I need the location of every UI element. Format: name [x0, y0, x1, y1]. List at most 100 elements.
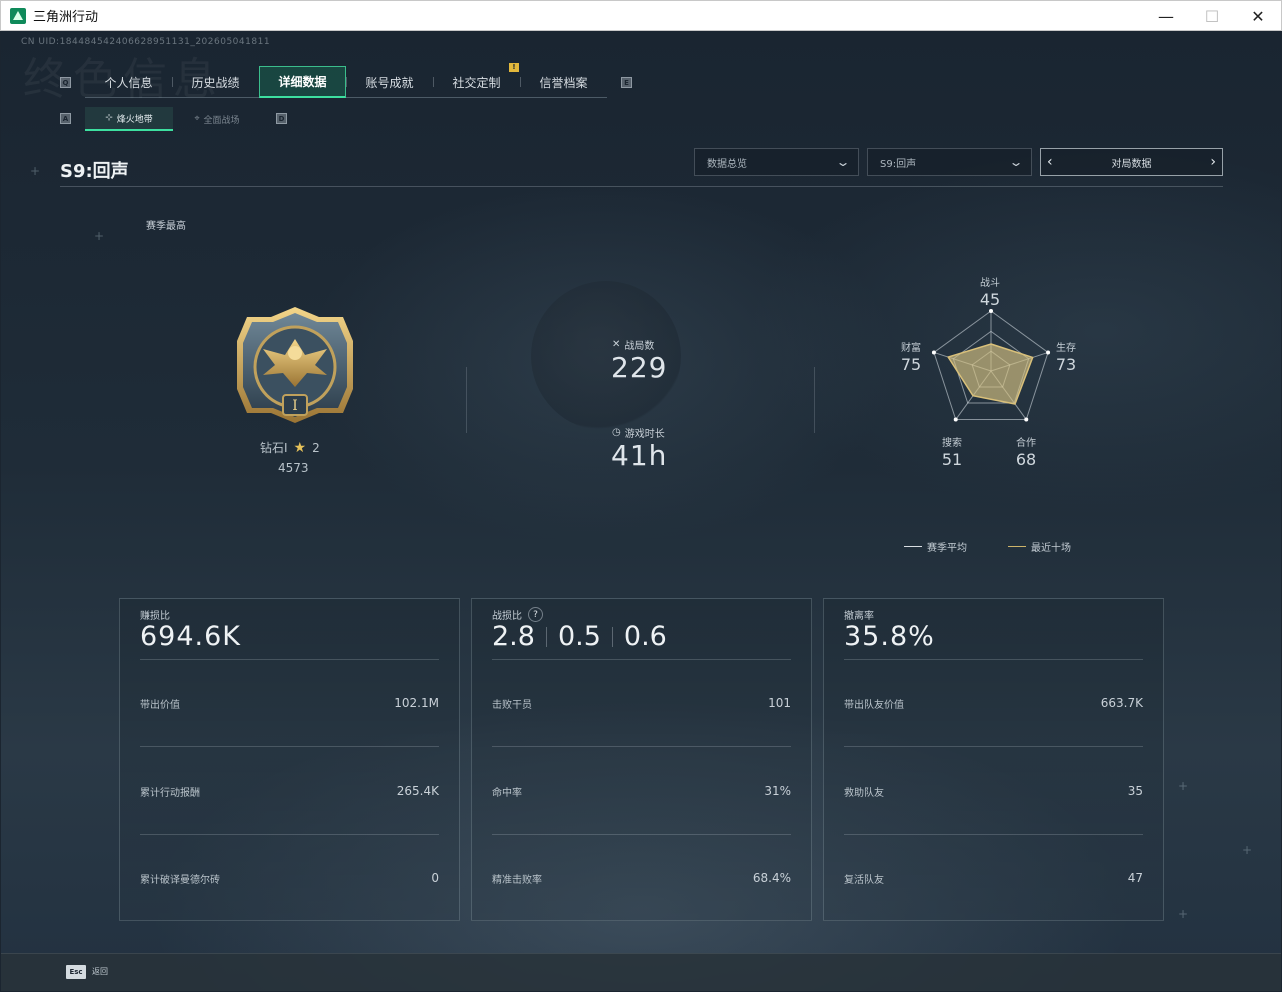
- radar-axis-label: 生存: [1056, 343, 1076, 354]
- row-label: 命中率: [492, 788, 522, 799]
- playtime-label: ◷ 游戏时长: [612, 425, 665, 440]
- legend-swatch: [1008, 546, 1026, 547]
- season-dropdown-value: S9:回声: [880, 158, 917, 170]
- close-button[interactable]: ✕: [1235, 1, 1281, 31]
- decor-plus-icon: +: [1178, 907, 1189, 921]
- value-separator: [611, 626, 613, 647]
- radar-axis-label: 合作: [1016, 438, 1036, 449]
- rank-diamond-badge-icon: I: [237, 307, 353, 423]
- mode-subtabs: ⊹ 烽火地带 ⌖ 全面战场: [85, 107, 261, 131]
- tab-detailed-data[interactable]: 详细数据: [259, 66, 346, 98]
- help-icon[interactable]: ?: [528, 607, 543, 622]
- subtab-operations-zone[interactable]: ⊹ 烽火地带: [85, 107, 173, 131]
- row-value: 68.4%: [752, 871, 791, 885]
- row-value: 31%: [764, 784, 791, 798]
- tab-next-key-hint[interactable]: E: [621, 77, 632, 88]
- card-row: 精准击败率 68.4%: [492, 871, 791, 886]
- season-best-label: 赛季最高: [146, 221, 186, 232]
- card-row: 击败干员 101: [492, 696, 791, 711]
- row-label: 精准击败率: [492, 875, 542, 886]
- card-row: 复活队友 47: [844, 871, 1143, 886]
- radar-vertex-dot: [1046, 350, 1051, 355]
- playtime-label-text: 游戏时长: [624, 429, 665, 440]
- legend-swatch: [904, 546, 922, 547]
- radar-axis-value: 75: [900, 355, 922, 374]
- matches-label: ✕ 战局数: [612, 337, 654, 352]
- card-label: 赚损比: [140, 611, 170, 622]
- subtab-warfare[interactable]: ⌖ 全面战场: [173, 107, 261, 131]
- rank-score: 4573: [278, 461, 309, 475]
- legend-label: 赛季平均: [927, 543, 967, 554]
- row-value: 0: [431, 871, 439, 885]
- tab-prev-key-hint[interactable]: Q: [60, 77, 71, 88]
- card-divider: [140, 834, 439, 835]
- season-dropdown[interactable]: S9:回声 ⌄: [867, 148, 1032, 176]
- row-value: 663.7K: [1100, 696, 1143, 710]
- decor-plus-icon: +: [94, 229, 105, 243]
- card-divider: [492, 746, 791, 747]
- legend-recent-ten: 最近十场: [1008, 539, 1071, 554]
- row-label: 带出队友价值: [844, 700, 904, 711]
- row-value: 101: [768, 696, 791, 710]
- season-title: S9:回声: [60, 161, 129, 182]
- value-separator: [545, 626, 547, 647]
- section-divider: [466, 367, 467, 433]
- prev-arrow-button[interactable]: ‹: [1047, 154, 1053, 170]
- row-label: 带出价值: [140, 700, 180, 711]
- subtab-prev-key-hint[interactable]: A: [60, 113, 71, 124]
- main-tabs: 个人信息 历史战绩 详细数据 账号成就 社交定制 信誉档案: [85, 66, 607, 98]
- extraction-card: 撤离率 35.8% 带出队友价值 663.7K 救助队友 35 复活队友 47: [823, 598, 1164, 921]
- tab-achievements[interactable]: 账号成就: [346, 66, 433, 98]
- compass-icon: ⊹: [105, 113, 113, 123]
- window-title: 三角洲行动: [33, 10, 99, 25]
- row-value: 47: [1127, 871, 1143, 885]
- player-uid: CN UID:1844845424066289511­31_2026050418…: [21, 37, 271, 47]
- row-label: 复活队友: [844, 875, 884, 886]
- radar-axis-label: 搜索: [942, 438, 962, 449]
- radar-vertex-dot: [953, 417, 958, 422]
- subtab-label: 全面战场: [203, 115, 240, 126]
- view-dropdown[interactable]: 数据总览 ⌄: [694, 148, 859, 176]
- next-arrow-button[interactable]: ›: [1210, 154, 1216, 170]
- kd-value: 2.8: [492, 621, 535, 652]
- tab-match-history[interactable]: 历史战绩: [172, 66, 259, 98]
- card-row: 带出队友价值 663.7K: [844, 696, 1143, 711]
- radar-axis-value: 68: [1015, 450, 1037, 469]
- tab-social-custom[interactable]: 社交定制: [433, 66, 520, 98]
- svg-text:I: I: [292, 398, 298, 414]
- tab-personal-info[interactable]: 个人信息: [85, 66, 172, 98]
- radar-axis-label: 财富: [901, 343, 921, 354]
- subtab-next-key-hint[interactable]: D: [276, 113, 287, 124]
- window-titlebar: 三角洲行动 — ☐ ✕: [0, 0, 1282, 31]
- back-label[interactable]: 返回: [92, 966, 108, 977]
- row-value: 35: [1127, 784, 1143, 798]
- clock-icon: ◷: [612, 427, 621, 438]
- rank-stars: 2: [312, 440, 320, 455]
- kd-card: 战损比 ? 2.8 0.5 0.6 击败干员 101 命中率 31% 精准击败率…: [471, 598, 812, 921]
- card-row: 带出价值 102.1M: [140, 696, 439, 711]
- footer-bar: Esc 返回: [1, 953, 1281, 991]
- card-divider: [140, 659, 439, 660]
- playtime-value: 41h: [611, 439, 668, 472]
- row-value: 102.1M: [394, 696, 439, 710]
- match-data-pager: ‹ 对局数据 ›: [1040, 148, 1223, 176]
- app-logo-icon: [10, 7, 26, 24]
- minimize-button[interactable]: —: [1143, 1, 1189, 31]
- star-icon: ★: [293, 439, 307, 456]
- esc-key-button[interactable]: Esc: [66, 965, 86, 979]
- row-label: 累计破译曼德尔砖: [140, 875, 220, 886]
- legend-label: 最近十场: [1031, 543, 1071, 554]
- card-row: 命中率 31%: [492, 784, 791, 799]
- rank-name-text: 钻石I: [260, 441, 288, 455]
- chevron-down-icon: ⌄: [1008, 155, 1024, 169]
- card-label-text: 战损比: [492, 611, 522, 622]
- decor-plus-icon: +: [1178, 779, 1189, 793]
- tab-credit-record[interactable]: 信誉档案: [520, 66, 607, 98]
- radar-vertex-dot: [1024, 417, 1029, 422]
- maximize-button[interactable]: ☐: [1189, 1, 1235, 31]
- matches-label-text: 战局数: [624, 341, 655, 352]
- radar-axis-label: 战斗: [980, 278, 1000, 289]
- chevron-down-icon: ⌄: [835, 155, 851, 169]
- section-divider: [814, 367, 815, 433]
- card-row: 累计行动报酬 265.4K: [140, 784, 439, 799]
